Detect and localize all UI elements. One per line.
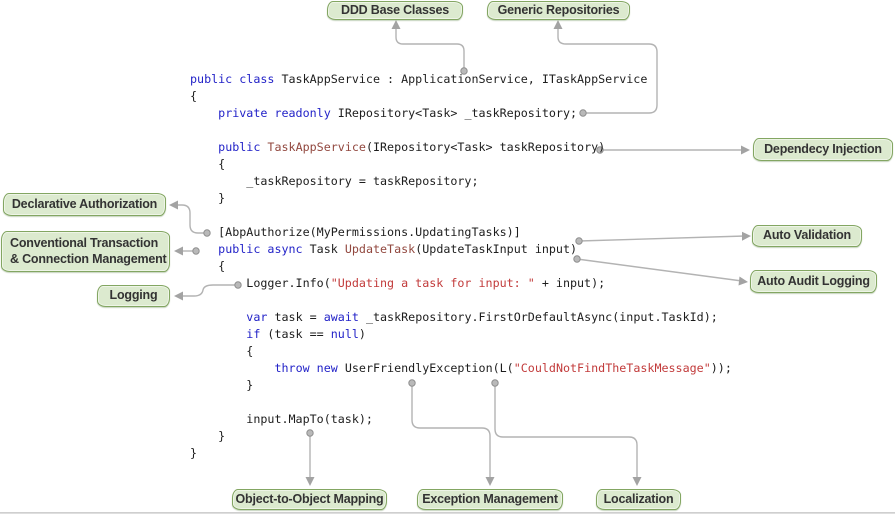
label-logging: Logging [97, 285, 170, 307]
abp-features-diagram: public class TaskAppService : Applicatio… [0, 0, 895, 518]
code-line: { [190, 89, 198, 103]
code-line: if (task == null) [246, 327, 366, 341]
code-line: Logger.Info("Updating a task for input: … [190, 276, 606, 290]
label-object-to-object-mapping: Object-to-Object Mapping [232, 489, 387, 510]
code-line: } [190, 429, 226, 443]
code-line: throw new UserFriendlyException(L("Could… [274, 361, 732, 375]
code-line: private readonly IRepository<Task> _task… [218, 106, 578, 120]
code-line: input.MapTo(task); [190, 412, 373, 426]
code-line: { [190, 157, 226, 171]
label-generic-repositories: Generic Repositories [487, 1, 630, 20]
code-line: } [190, 446, 198, 460]
code-block: public class TaskAppService : Applicatio… [190, 71, 732, 462]
code-line: { [190, 259, 226, 273]
code-line: } [190, 191, 226, 205]
label-dependency-injection: Dependecy Injection [753, 138, 893, 161]
code-line: { [190, 344, 254, 358]
code-line: public TaskAppService(IRepository<Task> … [218, 140, 606, 154]
label-declarative-authorization: Declarative Authorization [3, 193, 166, 216]
code-line: var task = await _taskRepository.FirstOr… [246, 310, 718, 324]
code-line: [AbpAuthorize(MyPermissions.UpdatingTask… [190, 225, 521, 239]
code-line: public class TaskAppService : Applicatio… [190, 72, 648, 86]
code-line: public async Task UpdateTask(UpdateTaskI… [218, 242, 578, 256]
code-line: } [190, 378, 254, 392]
code-line: _taskRepository = taskRepository; [190, 174, 479, 188]
label-localization: Localization [596, 489, 681, 510]
label-auto-audit-logging: Auto Audit Logging [750, 270, 877, 293]
label-ddd-base-classes: DDD Base Classes [327, 1, 463, 20]
page-bottom-divider [0, 512, 895, 514]
label-exception-management: Exception Management [417, 489, 563, 510]
label-conventional-transaction-connection-management: Conventional Transaction & Connection Ma… [1, 231, 170, 272]
label-auto-validation: Auto Validation [752, 225, 862, 247]
connector-ddd-base-classes [391, 20, 468, 75]
